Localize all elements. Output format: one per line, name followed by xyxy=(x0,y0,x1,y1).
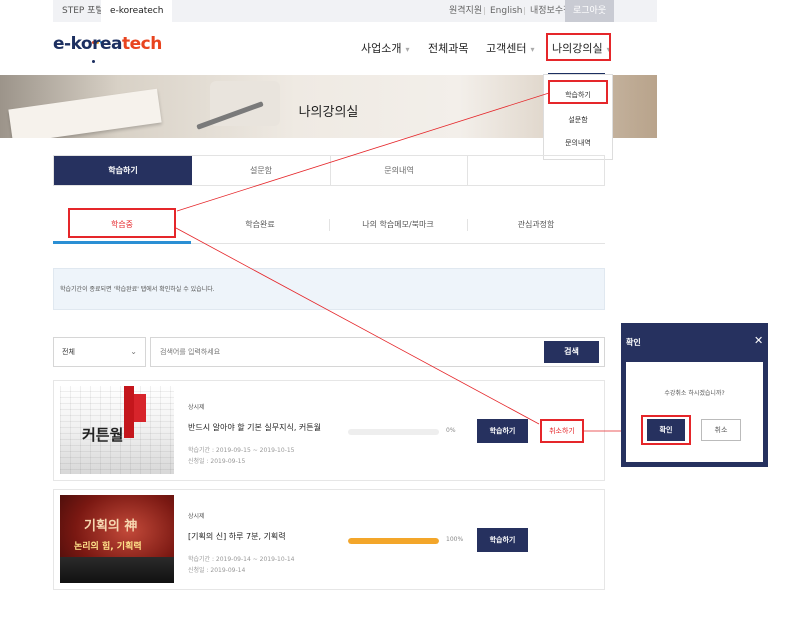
confirm-ok-button[interactable]: 확인 xyxy=(647,419,685,441)
course-period: 학습기간 : 2019-09-15 ~ 2019-10-15 xyxy=(188,447,295,454)
course-applied-date: 신청일 : 2019-09-14 xyxy=(188,567,246,574)
course-period: 학습기간 : 2019-09-14 ~ 2019-10-14 xyxy=(188,556,295,563)
subtab-highlight-box xyxy=(68,208,176,238)
progress-percent: 100% xyxy=(446,536,464,543)
info-notice: 학습기간이 종료되면 '학습완료' 탭에서 확인하실 수 있습니다. xyxy=(53,268,605,310)
dropdown-item-survey[interactable]: 설문함 xyxy=(544,115,612,125)
learn-button[interactable]: 학습하기 xyxy=(477,528,528,552)
thumbnail-decor xyxy=(124,386,134,438)
progress-percent: 0% xyxy=(446,427,456,434)
subtab-active-indicator xyxy=(53,241,191,244)
tab-survey[interactable]: 설문함 xyxy=(192,156,330,185)
course-category: 상시제 xyxy=(188,513,205,520)
tab-empty[interactable] xyxy=(467,156,604,185)
gnb-business-intro[interactable]: 사업소개 ▾ xyxy=(361,40,410,56)
gnb-highlight-box xyxy=(546,33,611,61)
progress-bar xyxy=(348,538,439,544)
course-applied-date: 신청일 : 2019-09-15 xyxy=(188,458,246,465)
gnb-label: 사업소개 xyxy=(361,42,402,55)
subtab-wishlist[interactable]: 관심과정함 xyxy=(467,208,605,241)
logo-prefix: e-korea xyxy=(53,34,123,54)
thumbnail-subtitle: 논리의 힘, 기획력 xyxy=(74,542,142,552)
english-link[interactable]: English xyxy=(490,0,523,22)
learn-button[interactable]: 학습하기 xyxy=(477,419,528,443)
gnb-customer-center[interactable]: 고객센터 ▾ xyxy=(486,40,535,56)
dialog-message: 수강취소 하시겠습니까? xyxy=(664,390,725,397)
chevron-down-icon: ▾ xyxy=(405,45,410,54)
tab-inquiry[interactable]: 문의내역 xyxy=(330,156,468,185)
thumbnail-title: 기획의 神 xyxy=(84,519,138,534)
chevron-down-icon: ▾ xyxy=(530,45,535,54)
remote-support-link[interactable]: 원격지원 xyxy=(449,0,482,22)
tab-learn[interactable]: 학습하기 xyxy=(54,156,192,185)
confirm-dialog: 확인 ✕ 수강취소 하시겠습니까? 확인 취소 xyxy=(621,323,768,467)
site-logo[interactable]: e-koreatech xyxy=(53,34,162,54)
dropdown-highlight-box xyxy=(548,80,608,104)
gnb-all-courses[interactable]: 전체과목 xyxy=(428,40,468,56)
subtab-completed[interactable]: 학습완료 xyxy=(191,208,329,241)
close-icon[interactable]: ✕ xyxy=(754,334,763,347)
dialog-body: 수강취소 하시겠습니까? 확인 취소 xyxy=(626,362,763,462)
thumbnail-decor xyxy=(134,394,146,422)
course-title[interactable]: [기획의 신] 하루 7분, 기획력 xyxy=(188,531,286,542)
main-tabs: 학습하기 설문함 문의내역 xyxy=(53,155,605,186)
logo-dots-icon xyxy=(92,29,106,63)
thumbnail-title: 커튼월 xyxy=(82,426,124,444)
logout-button[interactable]: 로그아웃 xyxy=(565,0,615,22)
confirm-cancel-button[interactable]: 취소 xyxy=(701,419,741,441)
select-value: 전체 xyxy=(62,348,75,356)
course-card: 커튼월 상시제 반드시 알아야 할 기본 실무지식, 커튼월 학습기간 : 20… xyxy=(53,380,605,481)
divider xyxy=(524,7,525,15)
search-button[interactable]: 검색 xyxy=(544,341,599,363)
search-input[interactable] xyxy=(150,337,605,367)
dialog-title: 확인 xyxy=(626,338,641,347)
course-category: 상시제 xyxy=(188,404,205,411)
cancel-enrollment-button[interactable]: 취소하기 xyxy=(540,419,584,443)
dropdown-item-inquiry[interactable]: 문의내역 xyxy=(544,138,612,148)
course-thumbnail[interactable]: 커튼월 xyxy=(60,386,174,474)
progress-fill xyxy=(348,538,439,544)
divider xyxy=(484,7,485,15)
course-thumbnail[interactable]: 기획의 神 논리의 힘, 기획력 xyxy=(60,495,174,583)
thumbnail-decor xyxy=(60,557,174,583)
top-utility-bar: STEP 포털 e-koreatech 원격지원 English 내정보수정 로… xyxy=(53,0,657,22)
course-title[interactable]: 반드시 알아야 할 기본 실무지식, 커튼월 xyxy=(188,422,321,433)
gnb-label: 고객센터 xyxy=(486,42,527,55)
gnb-label: 전체과목 xyxy=(428,42,469,55)
chevron-down-icon: ⌄ xyxy=(130,347,137,356)
subtab-memo-bookmark[interactable]: 나의 학습메모/북마크 xyxy=(329,208,467,241)
progress-bar xyxy=(348,429,439,435)
category-select[interactable]: 전체 ⌄ xyxy=(53,337,146,367)
site-tab-ekoreatech[interactable]: e-koreatech xyxy=(101,0,173,22)
course-card: 기획의 神 논리의 힘, 기획력 상시제 [기획의 신] 하루 7분, 기획력 … xyxy=(53,489,605,590)
logo-suffix: tech xyxy=(122,34,162,54)
